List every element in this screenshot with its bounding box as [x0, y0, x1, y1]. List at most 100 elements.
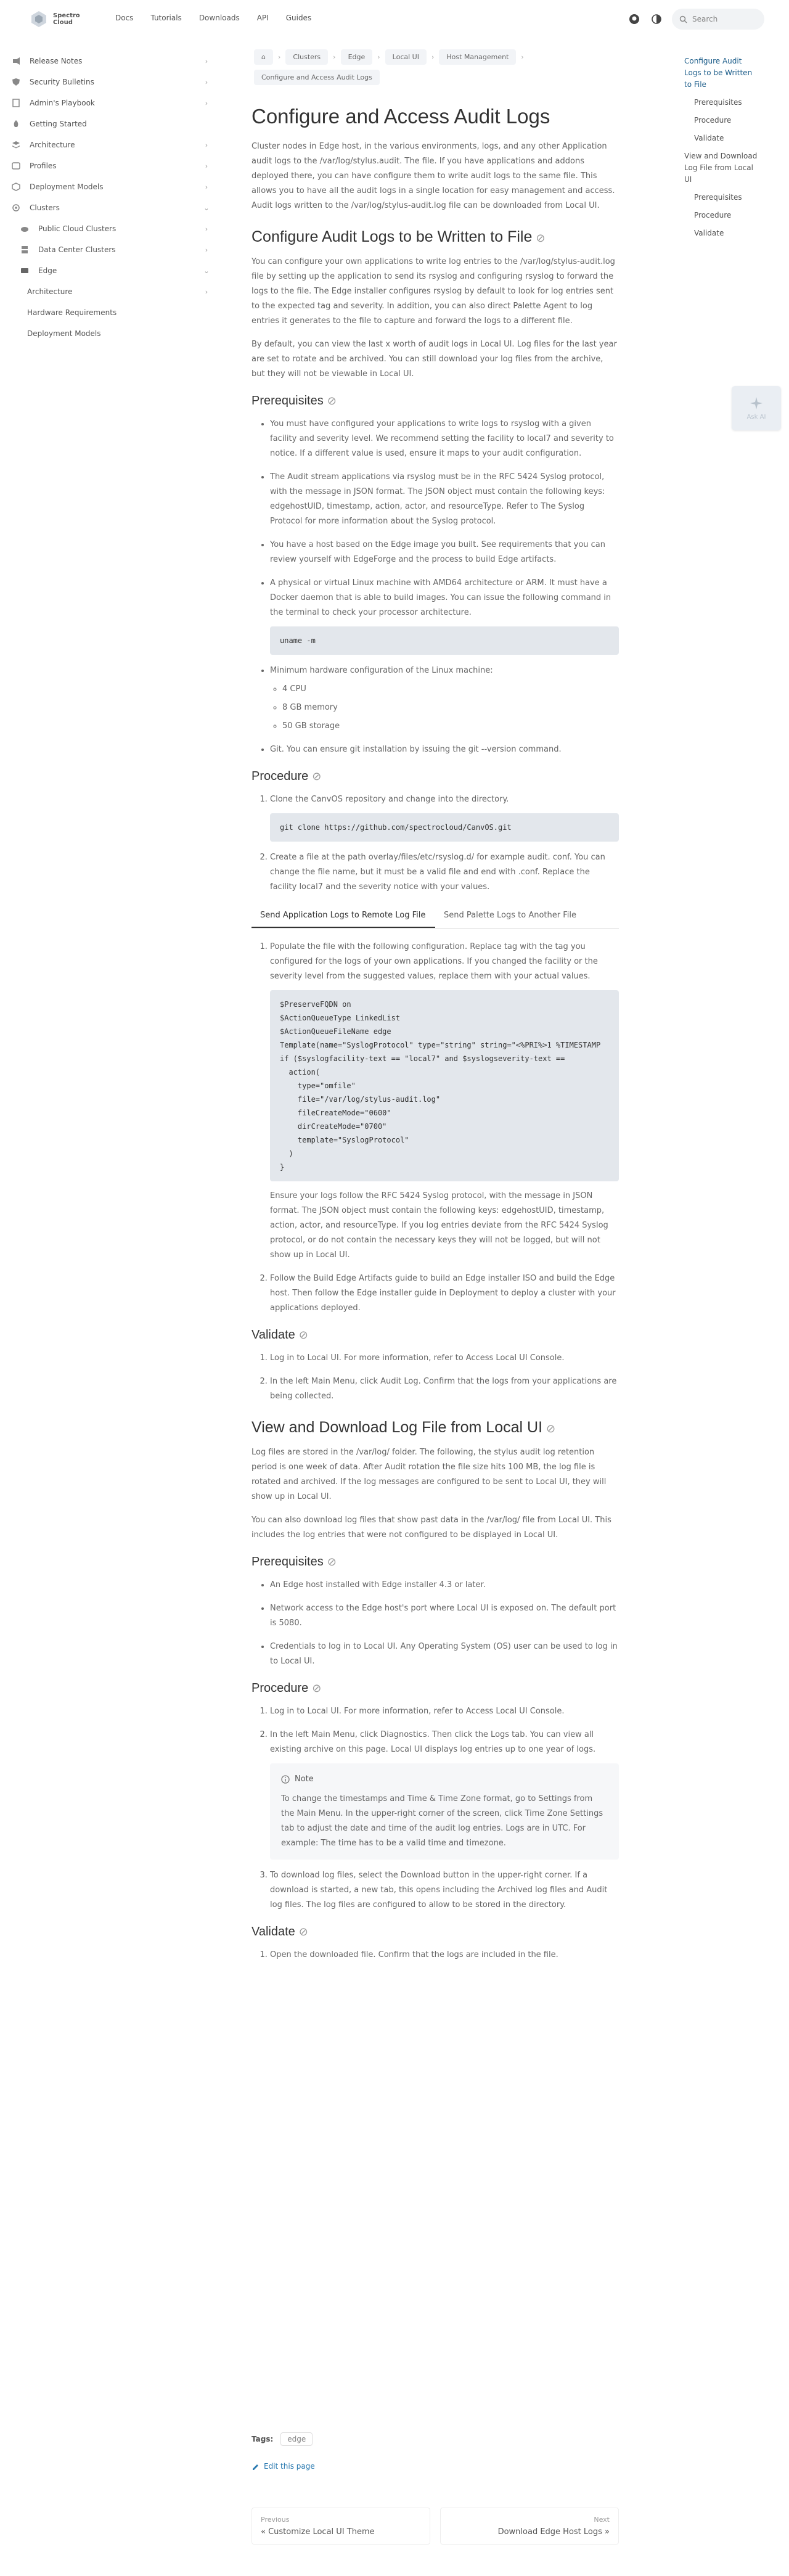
note-callout: Note To change the timestamps and Time &…	[270, 1763, 619, 1860]
sidebar: Release Notes › Security Bulletins › Adm…	[0, 38, 222, 445]
sidebar-item-clusters[interactable]: Clusters ⌄	[0, 197, 213, 218]
anchor-link-icon[interactable]: ⊘	[536, 232, 545, 244]
breadcrumb-local-ui[interactable]: Local UI	[385, 49, 427, 65]
toc-item[interactable]: View and Download Log File from Local UI	[684, 150, 758, 186]
breadcrumb-separator: ›	[377, 53, 380, 61]
tab-palette-logs[interactable]: Send Palette Logs to Another File	[435, 904, 619, 928]
search-input[interactable]: Search	[672, 9, 764, 30]
section-heading-configure: Configure Audit Logs to be Written to Fi…	[251, 228, 619, 246]
anchor-link-icon[interactable]: ⊘	[312, 770, 321, 782]
list-item: Create a file at the path overlay/files/…	[270, 850, 619, 895]
toc-item[interactable]: Configure Audit Logs to be Written to Fi…	[684, 55, 758, 91]
anchor-link-icon[interactable]: ⊘	[546, 1422, 555, 1435]
code-block[interactable]: uname -m	[270, 626, 619, 655]
nav-downloads[interactable]: Downloads	[199, 14, 240, 22]
breadcrumb-edge[interactable]: Edge	[340, 49, 373, 65]
note-title: Note	[281, 1772, 608, 1787]
spectro-logo-icon	[31, 11, 46, 27]
prerequisites-list-2: An Edge host installed with Edge install…	[270, 1578, 619, 1669]
nav-guides[interactable]: Guides	[286, 14, 312, 22]
list-item: 50 GB storage	[282, 719, 619, 734]
edit-page-link[interactable]: Edit this page	[251, 2462, 619, 2471]
list-item: Follow the Build Edge Artifacts guide to…	[270, 1271, 619, 1316]
breadcrumb-home[interactable]: ⌂	[254, 49, 273, 65]
pager-previous[interactable]: Previous « Customize Local UI Theme	[251, 2508, 430, 2545]
sidebar-item-admins-playbook[interactable]: Admin's Playbook ›	[0, 92, 213, 113]
toc-item[interactable]: Validate	[684, 228, 758, 239]
book-icon	[11, 98, 21, 108]
section-paragraph: You can configure your own applications …	[251, 257, 615, 326]
page-footer: Tags: edge Edit this page Previous « Cus…	[251, 2432, 619, 2545]
sidebar-item-label: Getting Started	[30, 120, 87, 128]
anchor-link-icon[interactable]: ⊘	[327, 395, 337, 407]
breadcrumb-separator: ›	[521, 53, 524, 61]
anchor-link-icon[interactable]: ⊘	[327, 1556, 337, 1568]
toc-item[interactable]: Validate	[684, 133, 758, 144]
tabs: Send Application Logs to Remote Log File…	[251, 904, 619, 929]
sidebar-item-label: Deployment Models	[30, 183, 104, 191]
chevron-right-icon: ›	[205, 57, 208, 65]
nav-api[interactable]: API	[257, 14, 269, 22]
github-icon[interactable]	[628, 12, 641, 26]
sidebar-item-release-notes[interactable]: Release Notes ›	[0, 51, 213, 72]
list-item-text: Ensure your logs follow the RFC 5424 Sys…	[270, 1191, 608, 1260]
chevron-right-icon: ›	[205, 245, 208, 254]
list-item: In the left Main Menu, click Diagnostics…	[270, 1728, 619, 1860]
sidebar-item-edge-deployment-models[interactable]: Deployment Models	[0, 323, 213, 344]
cloud-icon	[20, 224, 30, 234]
pager: Previous « Customize Local UI Theme Next…	[251, 2508, 619, 2545]
edit-link-text: Edit this page	[264, 2462, 315, 2471]
anchor-link-icon[interactable]: ⊘	[299, 1926, 308, 1938]
sidebar-item-profiles[interactable]: Profiles ›	[0, 155, 213, 176]
list-item: Log in to Local UI. For more information…	[270, 1704, 619, 1719]
pager-label: Previous	[261, 2516, 290, 2524]
breadcrumb-separator: ›	[277, 53, 281, 61]
sidebar-item-label: Admin's Playbook	[30, 99, 95, 107]
section-paragraph: By default, you can view the last x wort…	[251, 340, 617, 379]
list-item: The Audit stream applications via rsyslo…	[270, 470, 619, 529]
breadcrumb-host-management[interactable]: Host Management	[439, 49, 517, 65]
toc-item[interactable]: Procedure	[684, 210, 758, 221]
sidebar-item-hardware-requirements[interactable]: Hardware Requirements	[0, 302, 213, 323]
toc-item[interactable]: Procedure	[684, 115, 758, 126]
chevron-right-icon: ›	[205, 78, 208, 86]
sidebar-item-public-cloud-clusters[interactable]: Public Cloud Clusters ›	[0, 218, 213, 239]
sidebar-item-getting-started[interactable]: Getting Started	[0, 113, 213, 134]
tag-chip[interactable]: edge	[280, 2432, 313, 2446]
list-item: You must have configured your applicatio…	[270, 417, 619, 461]
toc-item[interactable]: Prerequisites	[684, 192, 758, 203]
procedure-list-2: Log in to Local UI. For more information…	[270, 1704, 619, 1913]
sidebar-item-security-bulletins[interactable]: Security Bulletins ›	[0, 72, 213, 92]
subsection-title-text: Prerequisites	[251, 394, 324, 408]
anchor-link-icon[interactable]: ⊘	[299, 1329, 308, 1341]
toc-item[interactable]: Prerequisites	[684, 97, 758, 109]
profile-icon	[11, 161, 21, 171]
top-bar: Spectro Cloud Docs Tutorials Downloads A…	[0, 0, 789, 38]
subsection-validate-2: Validate ⊘	[251, 1925, 619, 1939]
brand-logo[interactable]: Spectro Cloud	[30, 7, 97, 31]
anchor-link-icon[interactable]: ⊘	[312, 1682, 321, 1694]
breadcrumb-separator: ›	[431, 53, 435, 61]
pager-next[interactable]: Next Download Edge Host Logs »	[440, 2508, 619, 2545]
ask-ai-button[interactable]: Ask AI	[732, 386, 781, 430]
info-icon	[281, 1775, 290, 1784]
breadcrumb-clusters[interactable]: Clusters	[285, 49, 329, 65]
sidebar-item-edge-architecture[interactable]: Architecture ›	[0, 281, 213, 302]
sidebar-item-label: Deployment Models	[27, 329, 101, 338]
chevron-down-icon: ⌄	[203, 203, 210, 212]
validate-list-2: Open the downloaded file. Confirm that t…	[270, 1948, 619, 1963]
code-block[interactable]: $PreserveFQDN on $ActionQueueType Linked…	[270, 990, 619, 1181]
code-block[interactable]: git clone https://github.com/spectroclou…	[270, 813, 619, 842]
sidebar-item-deployment-models[interactable]: Deployment Models ›	[0, 176, 213, 197]
sidebar-item-architecture[interactable]: Architecture ›	[0, 134, 213, 155]
sidebar-item-data-center-clusters[interactable]: Data Center Clusters ›	[0, 239, 213, 260]
nav-tutorials[interactable]: Tutorials	[150, 14, 181, 22]
sidebar-item-edge[interactable]: Edge ⌄	[0, 260, 213, 281]
list-item: 4 CPU	[282, 682, 619, 697]
theme-toggle-icon[interactable]	[650, 12, 663, 26]
pager-title: Download Edge Host Logs »	[497, 2527, 610, 2537]
nav-docs[interactable]: Docs	[115, 14, 133, 22]
cube-icon	[11, 182, 21, 192]
shield-icon	[11, 77, 21, 87]
tab-application-logs[interactable]: Send Application Logs to Remote Log File	[251, 904, 435, 928]
